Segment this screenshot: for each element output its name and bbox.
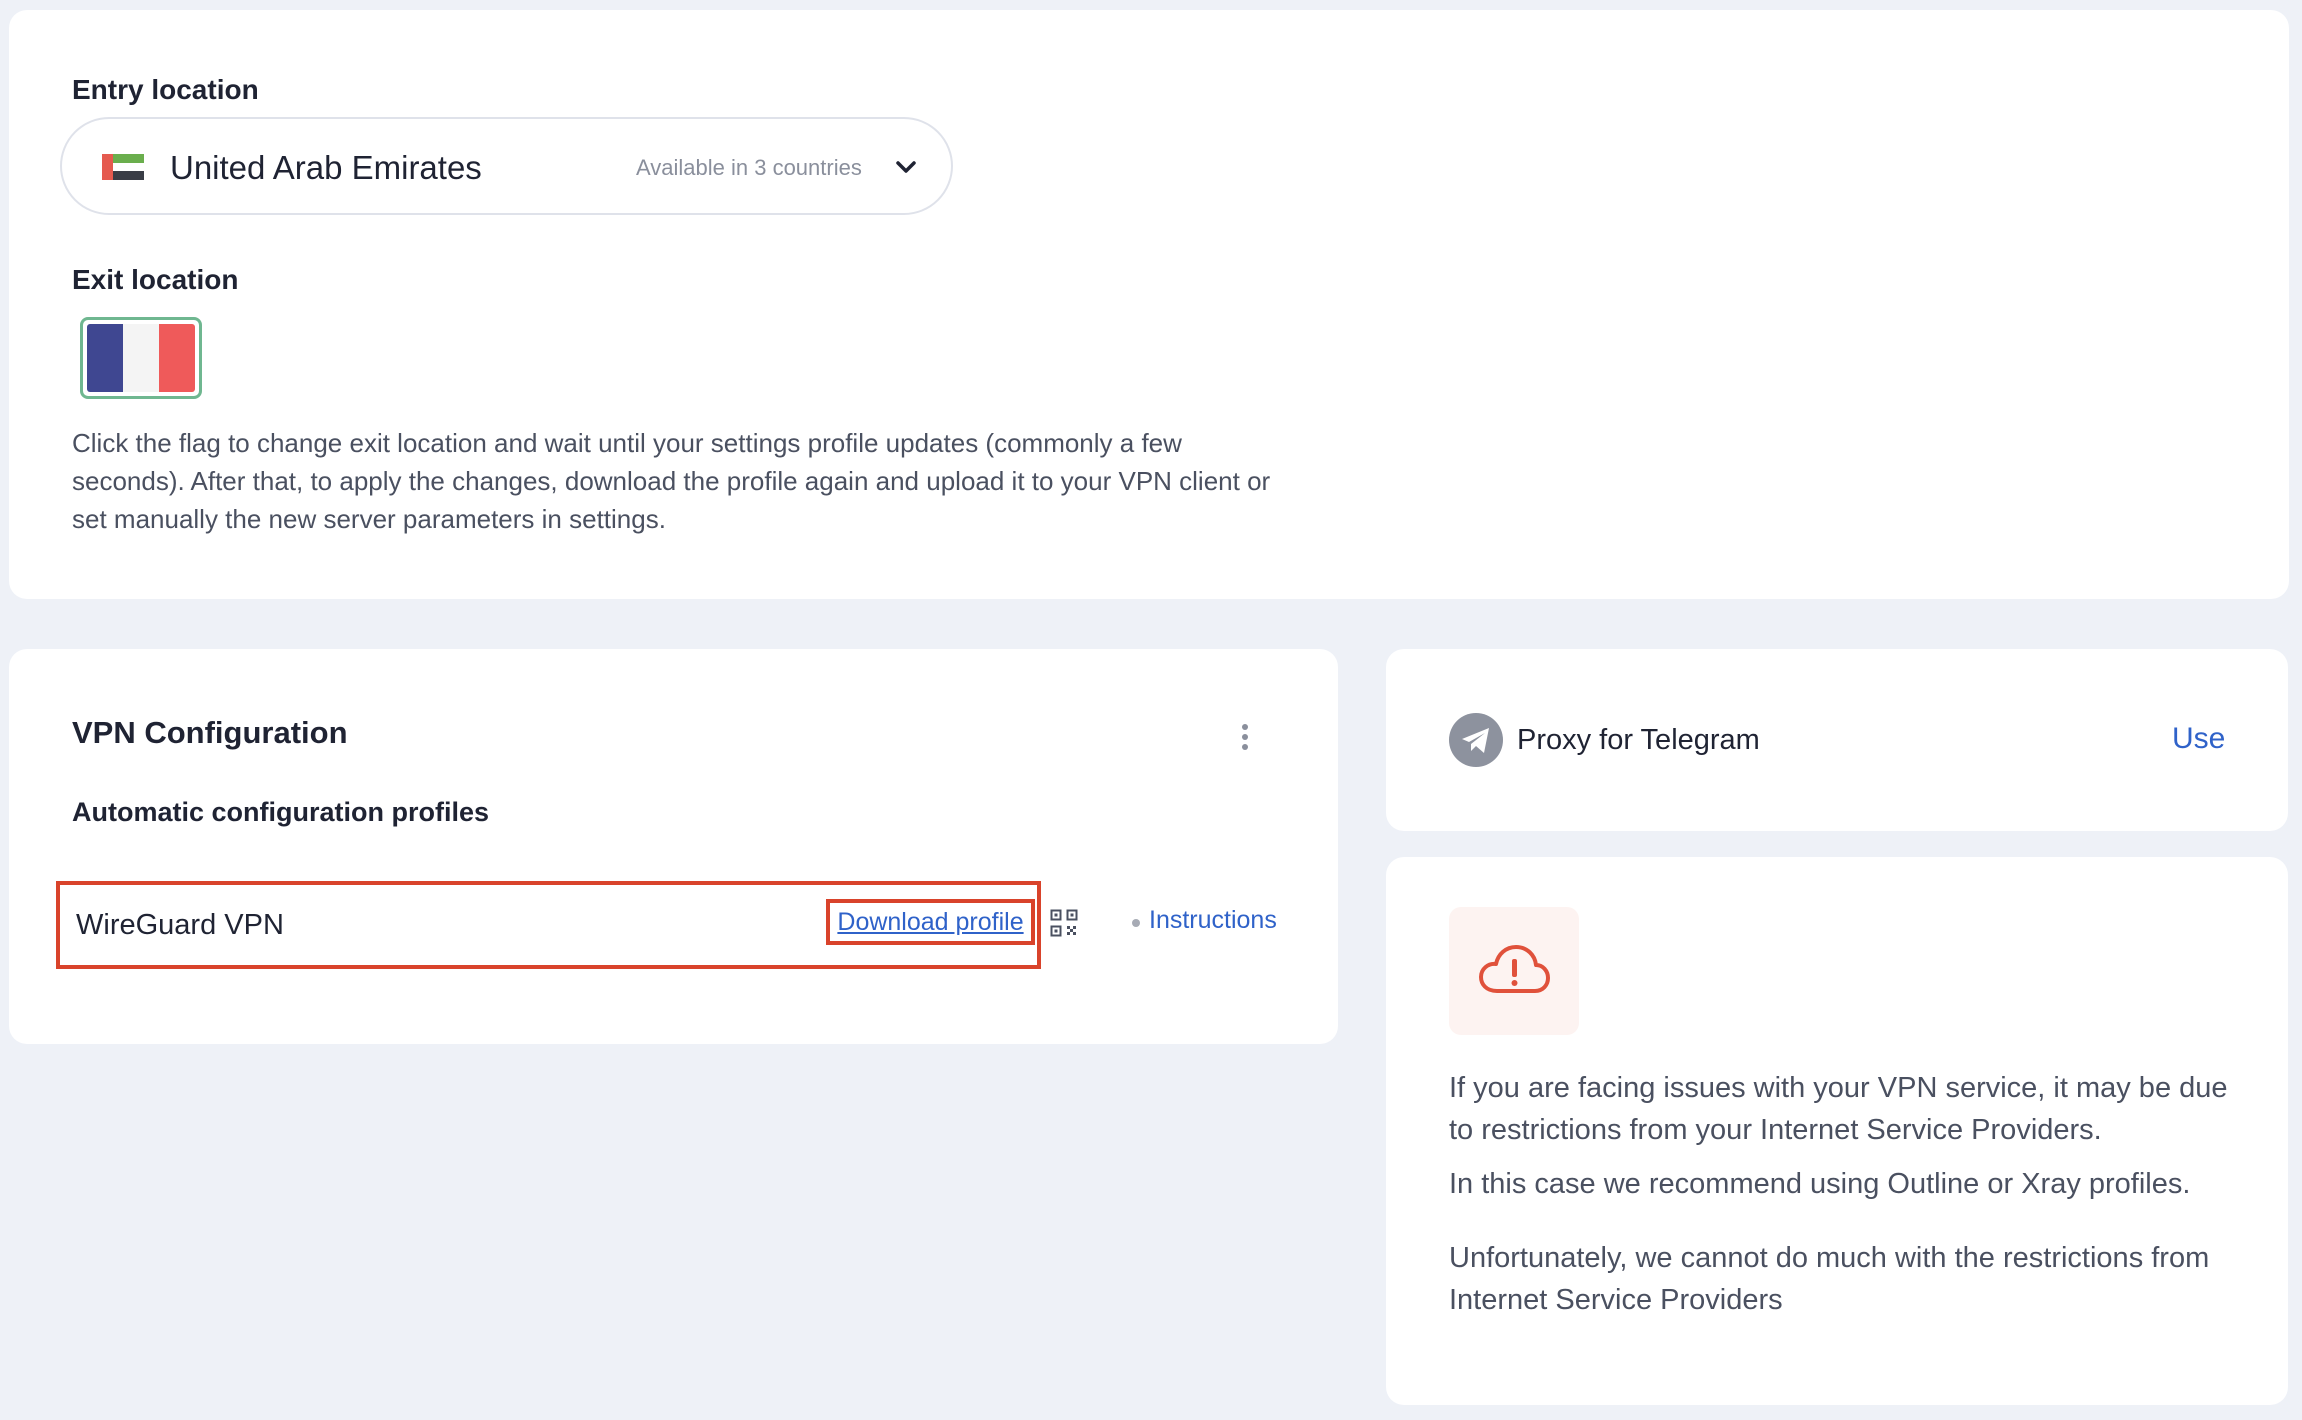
france-flag-icon bbox=[87, 324, 195, 392]
entry-location-label: Entry location bbox=[72, 74, 259, 105]
warning-paragraph-1: If you are facing issues with your VPN s… bbox=[1449, 1072, 2228, 1146]
qr-code-icon[interactable] bbox=[1050, 909, 1078, 937]
location-card: Entry location United Arab Emirates Avai… bbox=[9, 10, 2289, 599]
isp-warning-card: If you are facing issues with your VPN s… bbox=[1386, 857, 2288, 1405]
entry-country-name: United Arab Emirates bbox=[170, 149, 482, 186]
automatic-profiles-heading: Automatic configuration profiles bbox=[72, 797, 490, 827]
wireguard-profile-name: WireGuard VPN bbox=[76, 909, 284, 941]
wireguard-profile-row: WireGuard VPN Download profile bbox=[56, 881, 1041, 969]
telegram-proxy-label: Proxy for Telegram bbox=[1517, 724, 1760, 756]
cloud-alert-icon bbox=[1479, 945, 1550, 993]
instructions-link[interactable]: Instructions bbox=[1149, 906, 1277, 935]
chevron-down-icon bbox=[896, 161, 916, 173]
warning-paragraph-3: Unfortunately, we cannot do much with th… bbox=[1449, 1242, 2210, 1316]
vpn-configuration-title: VPN Configuration bbox=[72, 715, 348, 750]
download-profile-link[interactable]: Download profile bbox=[826, 899, 1035, 945]
entry-location-select[interactable]: United Arab Emirates Available in 3 coun… bbox=[60, 117, 953, 215]
separator-dot bbox=[1132, 919, 1140, 927]
warning-paragraph-2: In this case we recommend using Outline … bbox=[1449, 1168, 2191, 1200]
exit-location-flag-button[interactable] bbox=[80, 317, 202, 399]
telegram-use-link[interactable]: Use bbox=[2172, 722, 2225, 756]
vpn-configuration-card: VPN Configuration Automatic configuratio… bbox=[9, 649, 1338, 1044]
telegram-proxy-card: Proxy for Telegram Use bbox=[1386, 649, 2288, 831]
more-options-icon[interactable] bbox=[1239, 724, 1251, 754]
exit-location-label: Exit location bbox=[72, 264, 239, 295]
telegram-icon bbox=[1449, 713, 1503, 767]
uae-flag-icon bbox=[102, 154, 144, 180]
cloud-alert-icon-box bbox=[1449, 907, 1579, 1035]
entry-availability-text: Available in 3 countries bbox=[636, 155, 862, 180]
exit-location-hint: Click the flag to change exit location a… bbox=[72, 428, 1271, 534]
